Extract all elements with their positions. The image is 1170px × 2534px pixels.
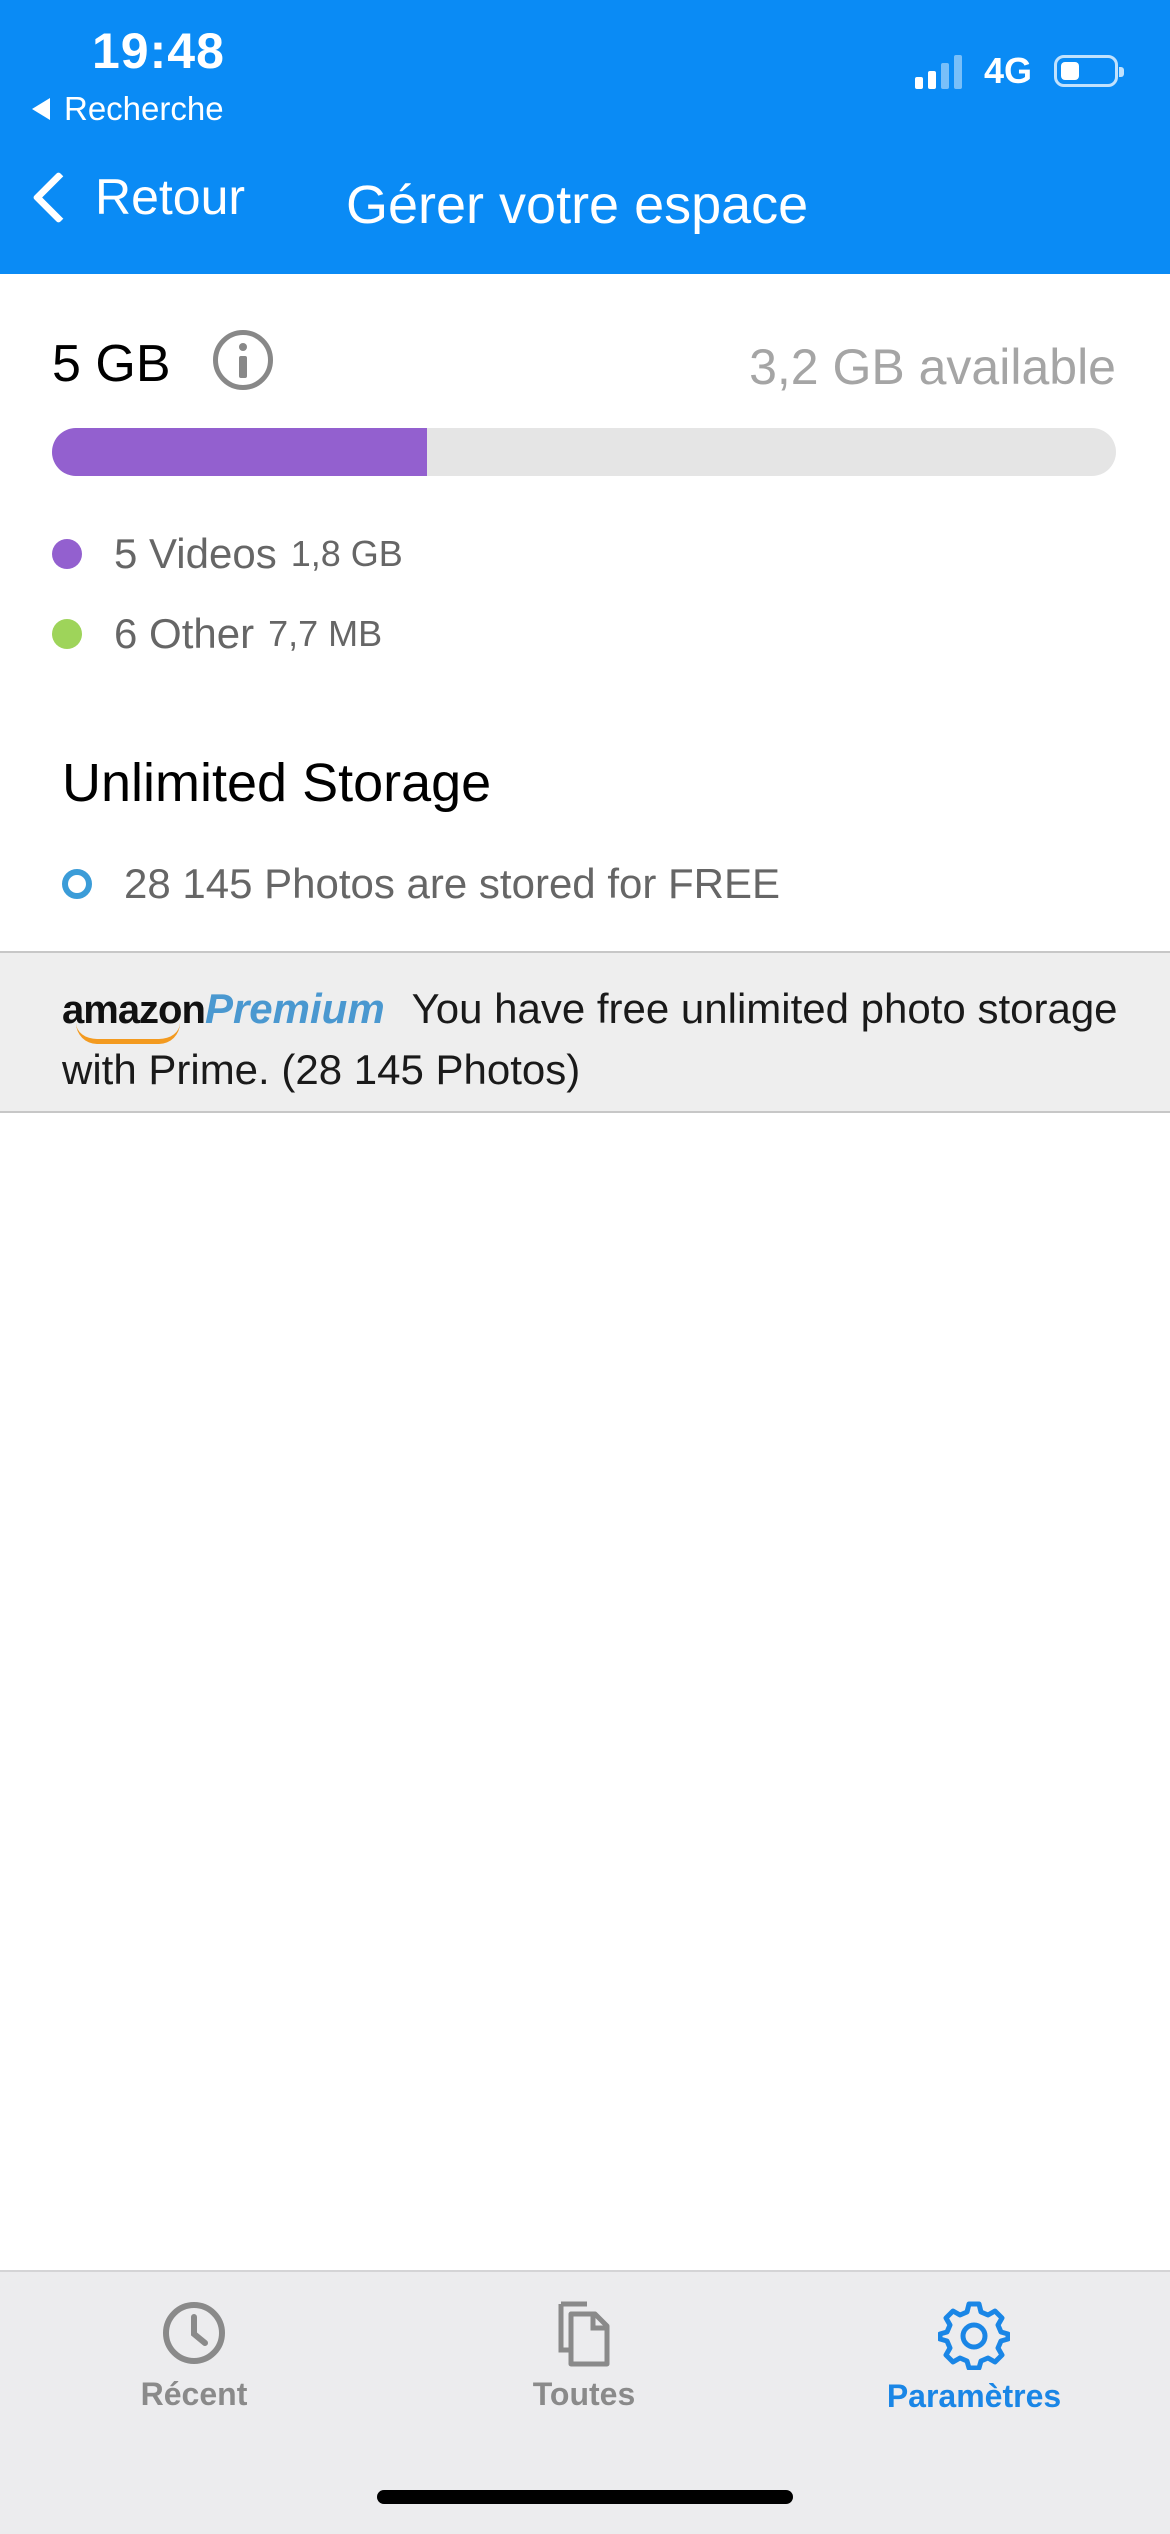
storage-progress-bar [52, 428, 1116, 476]
legend-size: 7,7 MB [268, 613, 383, 654]
legend-size: 1,8 GB [290, 533, 403, 574]
cellular-signal-icon [914, 53, 962, 89]
storage-used-fill [52, 428, 427, 476]
tab-parametres[interactable]: Paramètres [824, 2298, 1124, 2415]
prime-banner-content: amazonPremium You have free unlimited ph… [62, 979, 1162, 1100]
unlimited-storage-heading: Unlimited Storage [62, 753, 492, 813]
legend-item-videos: 5 Videos 1,8 GB [52, 530, 403, 578]
home-indicator [377, 2490, 793, 2504]
tab-label: Toutes [532, 2376, 636, 2412]
storage-available: 3,2 GB available [749, 339, 1116, 395]
back-to-app-link[interactable]: Recherche [32, 90, 224, 128]
status-indicators: 4G [914, 50, 1124, 92]
battery-icon [1054, 55, 1124, 87]
tab-toutes[interactable]: Toutes [434, 2298, 734, 2413]
documents-icon [558, 2301, 610, 2367]
legend-name: 5 Videos [114, 530, 277, 577]
unlimited-photos-text: 28 145 Photos are stored for FREE [124, 860, 781, 907]
other-color-dot [52, 619, 82, 649]
network-type: 4G [983, 50, 1032, 91]
tab-label: Paramètres [886, 2378, 1062, 2414]
tab-label: Récent [140, 2376, 248, 2412]
videos-color-dot [52, 539, 82, 569]
gear-icon [938, 2301, 1010, 2370]
navigation-bar: Retour Gérer votre espace [0, 150, 1170, 260]
legend-name: 6 Other [114, 610, 255, 657]
header: 19:48 Recherche 4G Retour Gérer votre es… [0, 0, 1170, 274]
back-triangle-icon [32, 98, 50, 120]
legend-item-other: 6 Other 7,7 MB [52, 610, 382, 658]
page-title: Gérer votre espace [346, 175, 809, 235]
unlimited-photos-row: 28 145 Photos are stored for FREE [62, 860, 780, 908]
tab-recent[interactable]: Récent [44, 2298, 344, 2413]
prime-banner: amazonPremium You have free unlimited ph… [0, 951, 1170, 1113]
back-app-label: Recherche [64, 90, 224, 127]
clock-icon [163, 2302, 225, 2364]
storage-total: 5 GB [52, 335, 171, 393]
status-time: 19:48 [92, 23, 225, 79]
ring-icon [62, 869, 92, 899]
info-icon[interactable] [213, 330, 273, 390]
back-button-label: Retour [95, 169, 246, 225]
chevron-left-icon [32, 170, 85, 224]
back-button[interactable]: Retour [26, 168, 245, 226]
amazon-premium-logo: amazonPremium [62, 979, 385, 1044]
